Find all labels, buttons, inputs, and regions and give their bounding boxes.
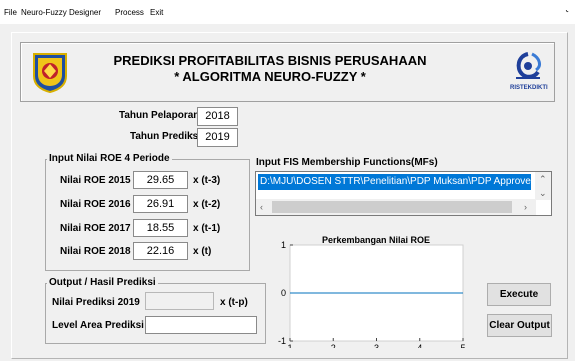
roe-group-title: Input Nilai ROE 4 Periode — [47, 153, 172, 164]
roe-label-2016: Nilai ROE 2016 — [60, 199, 131, 210]
prediction-label: Nilai Prediksi 2019 — [52, 297, 140, 308]
scroll-down-icon[interactable]: ⌄ — [539, 188, 547, 198]
report-year-field[interactable]: 2018 — [197, 107, 238, 126]
roe-field-2015[interactable]: 29.65 — [133, 171, 188, 189]
fis-title: Input FIS Membership Functions(MFs) — [256, 157, 438, 168]
output-group-title: Output / Hasil Prediksi — [47, 277, 158, 288]
ristekdikti-logo-icon: RISTEKDIKTI — [510, 50, 546, 94]
menu-neuro-fuzzy-designer[interactable]: Neuro-Fuzzy Designer — [21, 8, 101, 17]
page-subtitle: * ALGORITMA NEURO-FUZZY * — [95, 69, 445, 84]
predict-year-colon: : — [190, 131, 193, 142]
x-tick-label: 1 — [287, 343, 292, 348]
roe-label-2015: Nilai ROE 2015 — [60, 175, 131, 186]
roe-unit-2015: x (t-3) — [193, 175, 220, 186]
scroll-up-icon[interactable]: ⌃ — [539, 174, 547, 184]
fis-selected-path[interactable]: D:\MJU\DOSEN STTR\Penelitian\PDP Muksan\… — [258, 174, 531, 190]
predict-year-field[interactable]: 2019 — [197, 128, 238, 147]
chart-title: Perkembangan Nilai ROE — [322, 235, 430, 245]
y-tick-label: 0 — [281, 288, 286, 298]
menu-exit[interactable]: Exit — [150, 8, 163, 17]
report-year-label: Tahun Pelaporan: — [119, 110, 203, 121]
y-tick-label: -1 — [278, 336, 286, 346]
y-tick-label: 1 — [281, 240, 286, 250]
roe-field-2018[interactable]: 22.16 — [133, 242, 188, 260]
x-tick-label: 5 — [460, 343, 465, 348]
roe-field-2017[interactable]: 18.55 — [133, 219, 188, 237]
roe-label-2017: Nilai ROE 2017 — [60, 223, 131, 234]
scroll-right-icon[interactable]: › — [524, 202, 527, 212]
level-area-label: Level Area Prediksi — [52, 320, 144, 331]
page-title: PREDIKSI PROFITABILITAS BISNIS PERUSAHAA… — [95, 53, 445, 68]
prediction-output-field — [145, 292, 214, 310]
clear-output-button[interactable]: Clear Output — [487, 314, 552, 337]
roe-field-2016[interactable]: 26.91 — [133, 195, 188, 213]
prediction-unit: x (t-p) — [220, 297, 248, 308]
fis-vertical-scrollbar[interactable]: ⌃ ⌄ — [535, 172, 551, 200]
level-area-field[interactable] — [145, 316, 257, 334]
menu-bar: File Neuro-Fuzzy Designer Process Exit ˞ — [0, 0, 575, 24]
roe-unit-2018: x (t) — [193, 246, 211, 257]
ristekdikti-logo-text: RISTEKDIKTI — [510, 85, 546, 91]
roe-unit-2016: x (t-2) — [193, 199, 220, 210]
x-tick-label: 3 — [374, 343, 379, 348]
execute-button[interactable]: Execute — [487, 283, 551, 306]
roe-unit-2017: x (t-1) — [193, 223, 220, 234]
x-tick-label: 4 — [417, 343, 422, 348]
menu-file[interactable]: File — [4, 8, 17, 17]
university-logo-icon — [30, 50, 70, 94]
scroll-left-icon[interactable]: ‹ — [260, 202, 263, 212]
roe-chart: Perkembangan Nilai ROE 1 2 3 4 5 1 0 -1 — [272, 228, 472, 348]
fis-file-listbox[interactable]: D:\MJU\DOSEN STTR\Penelitian\PDP Muksan\… — [255, 171, 552, 216]
fis-scroll-thumb[interactable] — [272, 201, 512, 213]
x-tick-label: 2 — [331, 343, 336, 348]
menu-process[interactable]: Process — [115, 8, 144, 17]
fis-horizontal-scrollbar[interactable]: ‹ › — [256, 199, 536, 215]
roe-label-2018: Nilai ROE 2018 — [60, 246, 131, 257]
window-corner-mark: ˞ — [566, 6, 569, 16]
